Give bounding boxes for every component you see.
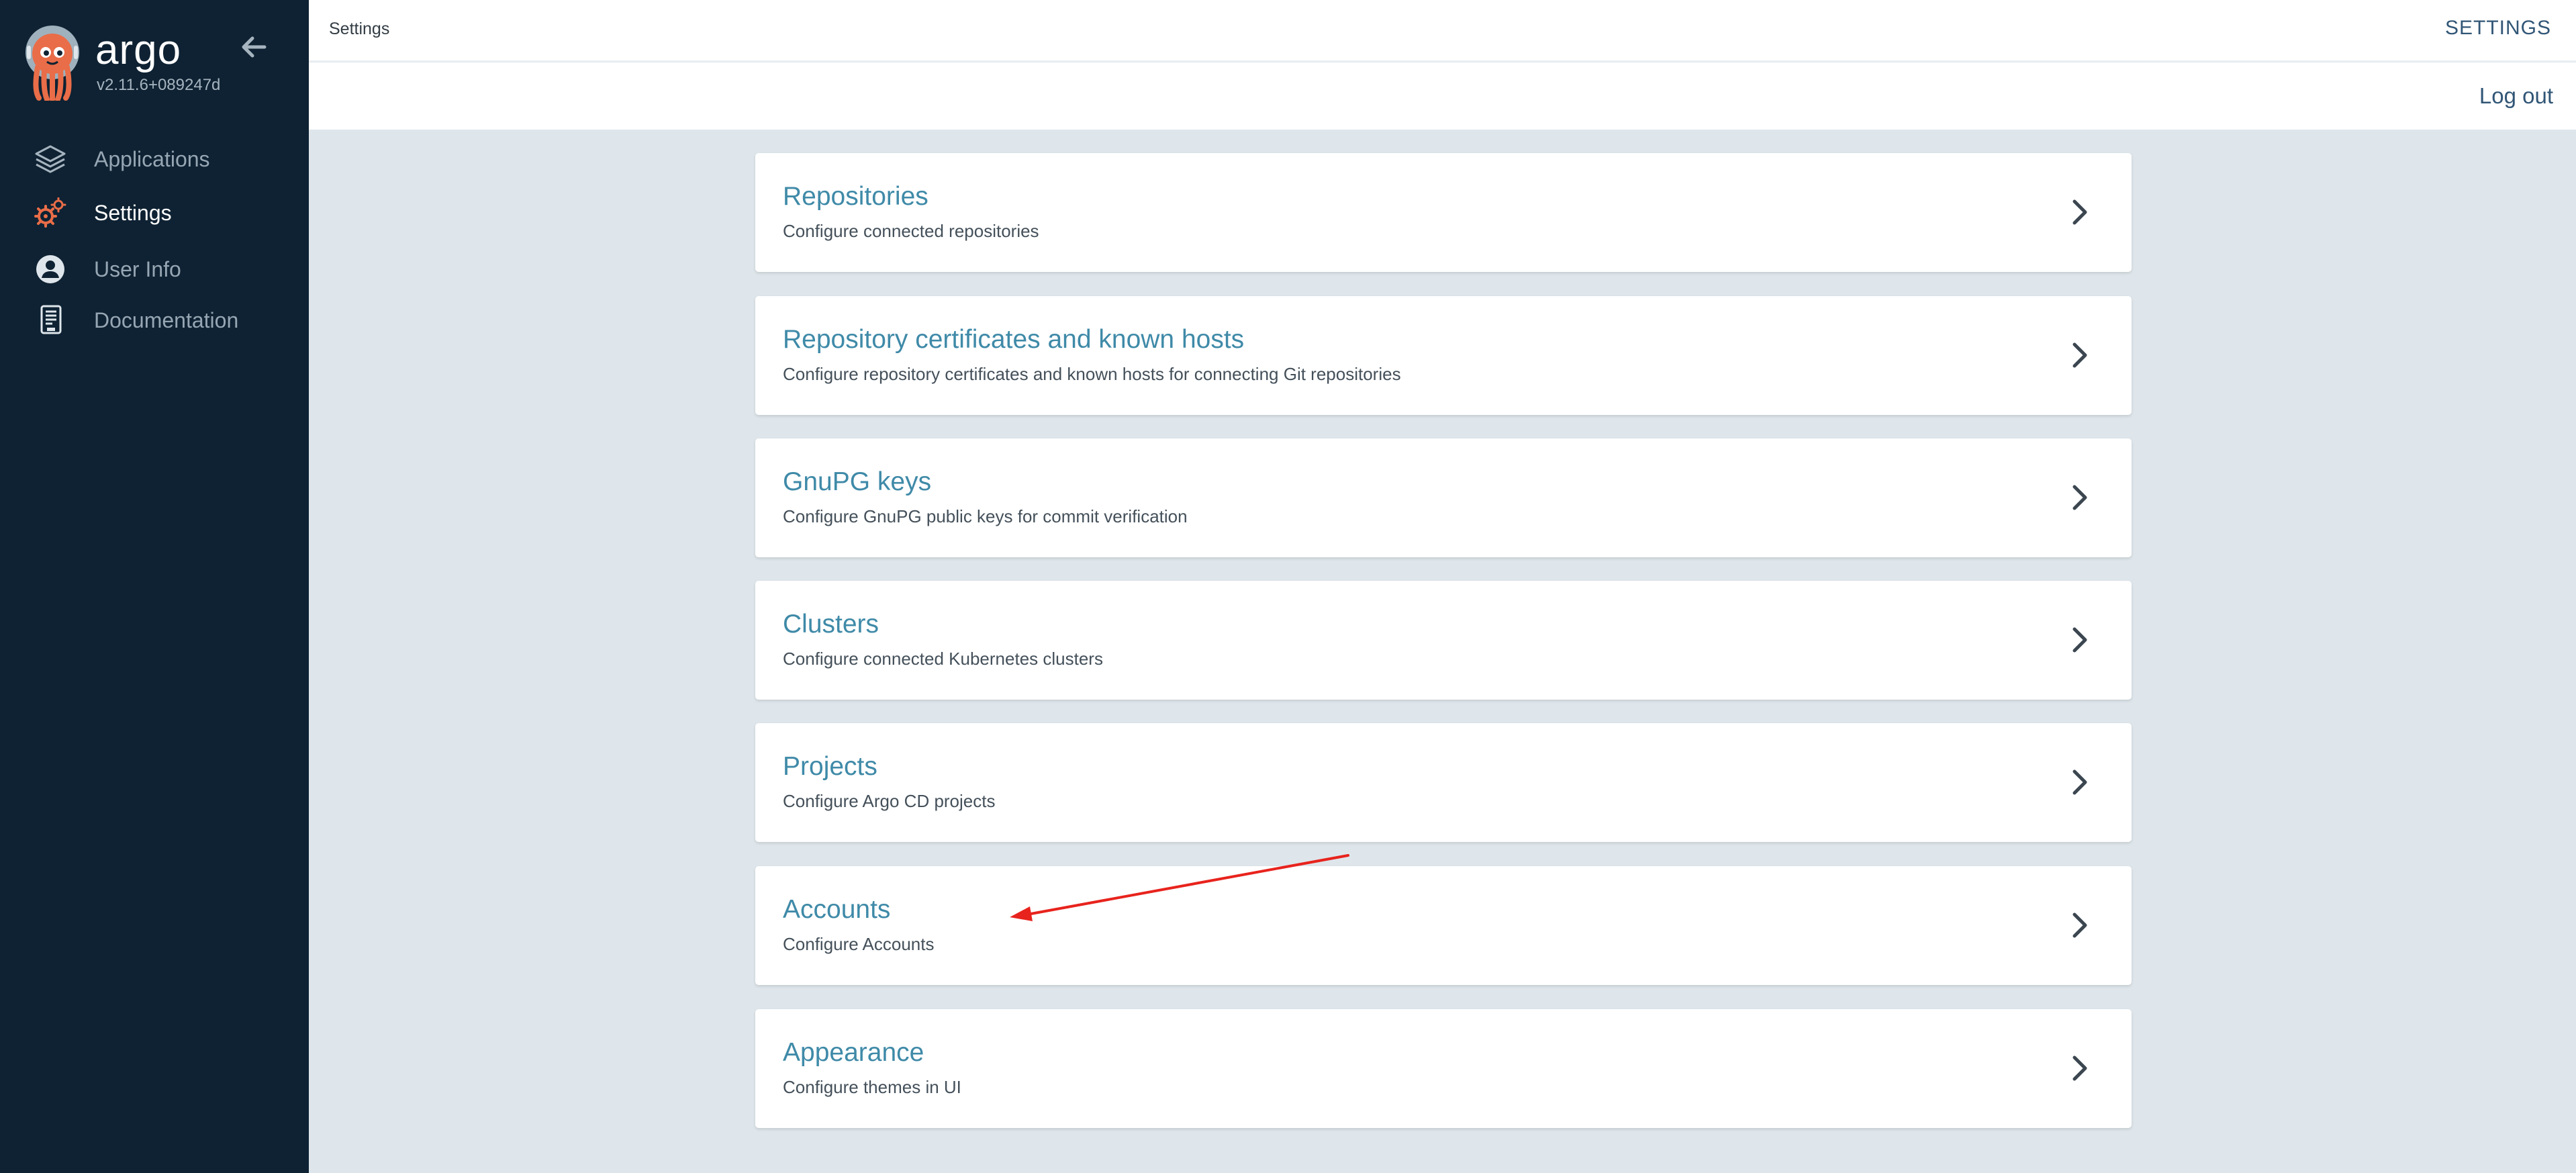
chevron-right-icon — [2072, 627, 2087, 653]
chevron-right-icon — [2072, 1055, 2087, 1081]
card-description: Configure connected repositories — [783, 221, 1039, 241]
chevron-right-icon — [2072, 342, 2087, 368]
argo-logo[interactable] — [24, 26, 81, 102]
user-circle-icon — [34, 254, 67, 285]
top-bar: Settings SETTINGS — [309, 0, 2576, 62]
settings-card-clusters[interactable]: Clusters Configure connected Kubernetes … — [755, 581, 2132, 700]
version-label: v2.11.6+089247d — [97, 76, 221, 94]
card-title: GnuPG keys — [783, 467, 932, 496]
sidebar-item-label: Settings — [94, 201, 172, 225]
card-description: Configure repository certificates and kn… — [783, 364, 1401, 384]
card-title: Repository certificates and known hosts — [783, 325, 1245, 354]
settings-card-accounts[interactable]: Accounts Configure Accounts — [755, 866, 2132, 985]
card-title: Clusters — [783, 610, 879, 639]
arrow-left-icon — [242, 36, 267, 58]
brand-name: argo — [95, 27, 182, 73]
card-title: Projects — [783, 752, 877, 781]
card-description: Configure GnuPG public keys for commit v… — [783, 506, 1188, 526]
chevron-right-icon — [2072, 199, 2087, 225]
collapse-sidebar-button[interactable] — [238, 32, 271, 62]
toolbar: Log out — [309, 62, 2576, 130]
settings-card-gnupg-keys[interactable]: GnuPG keys Configure GnuPG public keys f… — [755, 438, 2132, 557]
book-icon — [34, 305, 67, 336]
sidebar-item-applications[interactable]: Applications — [0, 134, 309, 183]
sidebar-item-documentation[interactable]: Documentation — [0, 295, 309, 344]
card-title: Accounts — [783, 895, 891, 924]
gears-icon — [34, 197, 67, 228]
breadcrumb[interactable]: Settings — [329, 19, 389, 39]
sidebar-item-label: User Info — [94, 257, 181, 281]
card-description: Configure Accounts — [783, 934, 935, 954]
card-description: Configure themes in UI — [783, 1077, 961, 1097]
sidebar-item-label: Applications — [94, 147, 210, 171]
card-description: Configure connected Kubernetes clusters — [783, 649, 1103, 669]
logout-button[interactable]: Log out — [2479, 83, 2553, 109]
settings-card-repositories[interactable]: Repositories Configure connected reposit… — [755, 153, 2132, 272]
card-title: Appearance — [783, 1038, 924, 1067]
chevron-right-icon — [2072, 769, 2087, 795]
card-description: Configure Argo CD projects — [783, 791, 996, 811]
settings-card-projects[interactable]: Projects Configure Argo CD projects — [755, 723, 2132, 842]
chevron-right-icon — [2072, 485, 2087, 510]
sidebar-item-user-info[interactable]: User Info — [0, 244, 309, 293]
page-title: SETTINGS — [2444, 17, 2551, 39]
sidebar: argo v2.11.6+089247d Applications Settin… — [0, 0, 309, 1173]
sidebar-item-settings[interactable]: Settings — [0, 188, 309, 236]
settings-card-appearance[interactable]: Appearance Configure themes in UI — [755, 1009, 2132, 1128]
sidebar-item-label: Documentation — [94, 308, 239, 332]
settings-card-certificates[interactable]: Repository certificates and known hosts … — [755, 296, 2132, 415]
chevron-right-icon — [2072, 912, 2087, 938]
card-title: Repositories — [783, 182, 928, 211]
layers-icon — [34, 144, 67, 175]
